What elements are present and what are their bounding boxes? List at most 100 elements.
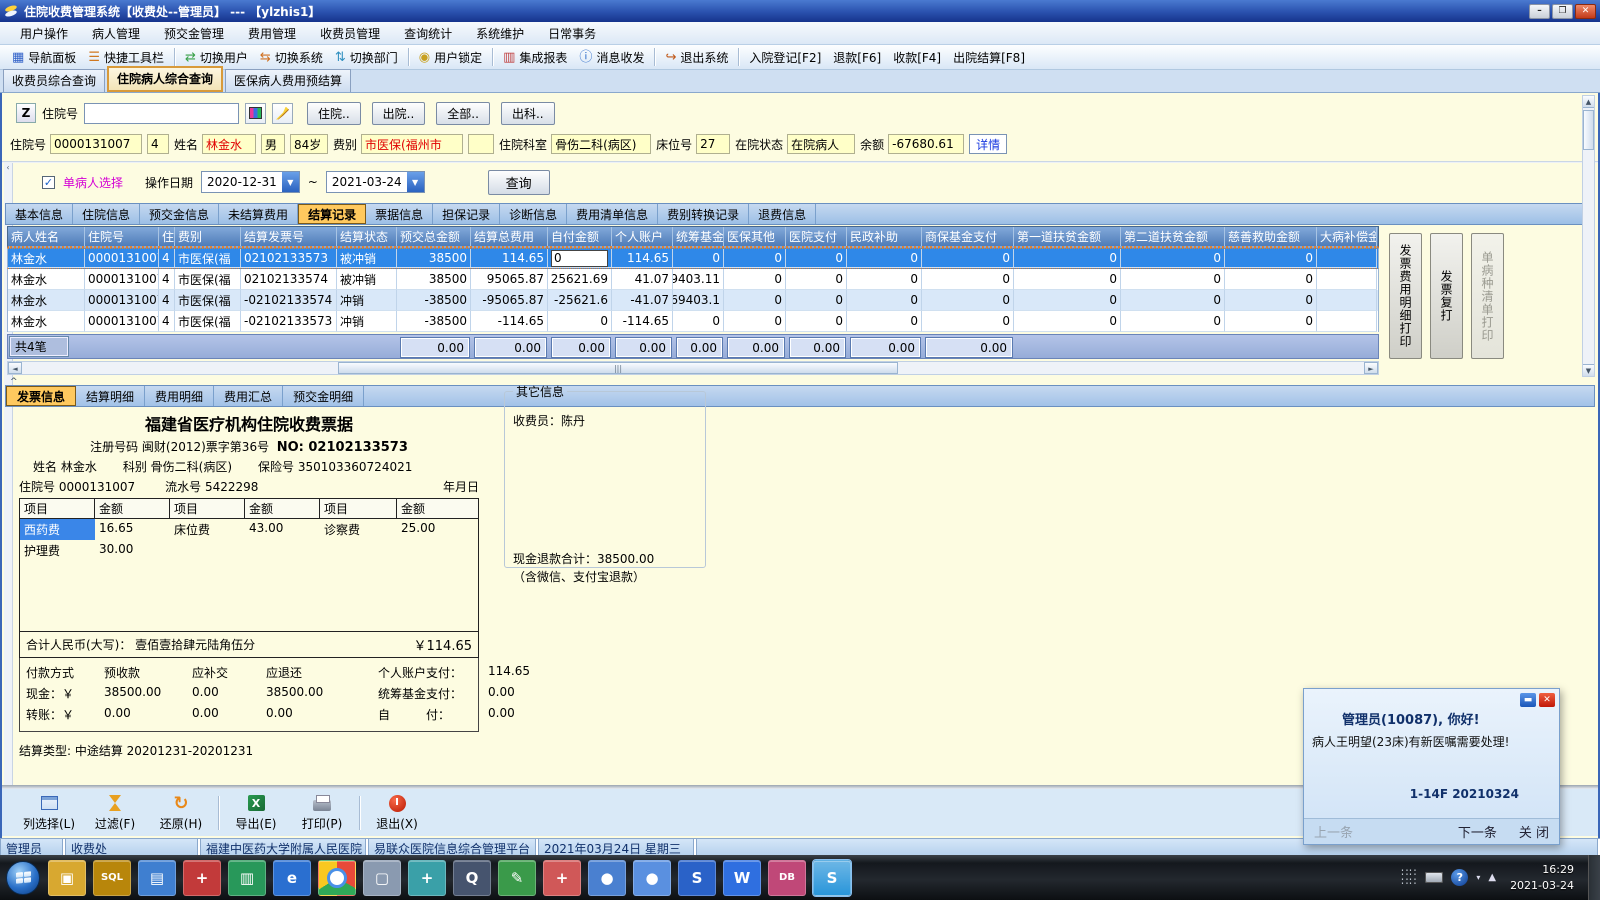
toolbar-button[interactable]: ⓘ消息收发 (573, 47, 650, 68)
toolbar-button[interactable]: 入院登记[F2] (743, 47, 827, 68)
grid-header-cell[interactable]: 住 (159, 227, 175, 246)
query-button[interactable]: 查询 (488, 170, 550, 195)
grid-row[interactable]: 林金水00001310074市医保(福02102133573被冲销3850011… (7, 248, 1379, 269)
grid-hscrollbar[interactable]: ◄ ||| ► (7, 361, 1379, 375)
detail-tab-费用清单信息[interactable]: 费用清单信息 (567, 204, 658, 224)
detail-tab-退费信息[interactable]: 退费信息 (749, 204, 816, 224)
bottom-tab-结算明细[interactable]: 结算明细 (76, 386, 145, 406)
side-button-发票费用明细打印[interactable]: 发票费用明细打印 (1389, 233, 1422, 359)
start-button[interactable] (6, 861, 40, 895)
detail-tab-基本信息[interactable]: 基本信息 (6, 204, 73, 224)
bottom-toolbar-列选择(L)[interactable]: 列选择(L) (16, 793, 82, 832)
tray-expand-icon[interactable]: ▲ (1488, 872, 1496, 883)
minimize-button[interactable]: – (1529, 4, 1550, 19)
side-button-发票复打[interactable]: 发票复打 (1430, 233, 1463, 359)
notify-next-link[interactable]: 下一条 (1458, 822, 1497, 841)
menu-item-日常事务[interactable]: 日常事务 (536, 23, 608, 44)
date-from-combo[interactable]: 2020-12-31▼ (201, 171, 300, 193)
grid-header-cell[interactable]: 费别 (175, 227, 241, 246)
toolbar-button[interactable]: ☰快捷工具栏 (82, 47, 170, 68)
quick-button-住院..[interactable]: 住院.. (307, 102, 361, 125)
snipping-tool-icon[interactable]: ▢ (363, 860, 401, 896)
tab-收费员综合查询[interactable]: 收费员综合查询 (3, 69, 105, 92)
toolbar-button[interactable]: 出院结算[F8] (947, 47, 1031, 68)
clear-broom-icon[interactable] (272, 103, 293, 124)
grid-header-cell[interactable]: 医院支付 (786, 227, 847, 246)
grid-header-cell[interactable]: 结算总费用 (471, 227, 548, 246)
grid-header-cell[interactable]: 第一道扶贫金额 (1014, 227, 1121, 246)
admission-no-input[interactable] (84, 103, 239, 124)
detail-tab-票据信息[interactable]: 票据信息 (366, 204, 433, 224)
grid-header-cell[interactable]: 结算状态 (337, 227, 397, 246)
grid-header-cell[interactable]: 统筹基金 (673, 227, 724, 246)
detail-tab-诊断信息[interactable]: 诊断信息 (500, 204, 567, 224)
detail-tab-住院信息[interactable]: 住院信息 (73, 204, 140, 224)
tray-collapse-icon[interactable]: ▾ (1476, 873, 1480, 882)
toolbar-button[interactable]: ▥集成报表 (497, 47, 573, 68)
detail-tab-预交金信息[interactable]: 预交金信息 (140, 204, 219, 224)
chrome-icon[interactable] (318, 860, 356, 896)
nurse-station-icon[interactable]: + (408, 860, 446, 896)
grid-header-cell[interactable]: 住院号 (85, 227, 159, 246)
dropdown-arrow-icon[interactable]: ▼ (282, 172, 299, 192)
grid-header-cell[interactable]: 慈善救助金额 (1225, 227, 1317, 246)
toolbar-button[interactable]: ⇅切换部门 (329, 47, 404, 68)
user-mgmt-icon[interactable]: ● (588, 860, 626, 896)
wps-icon[interactable]: W (723, 860, 761, 896)
toolbar-button[interactable]: ⇆切换系统 (254, 47, 329, 68)
menu-item-收费员管理[interactable]: 收费员管理 (308, 23, 392, 44)
tray-grid-icon[interactable]: ∷∷∷∷ (1401, 869, 1417, 887)
toolbar-button[interactable]: ↪退出系统 (659, 47, 734, 68)
doctor-workstation-icon[interactable]: + (183, 860, 221, 896)
toolbar-button[interactable]: 退款[F6] (827, 47, 887, 68)
tab-住院病人综合查询[interactable]: 住院病人综合查询 (107, 66, 223, 92)
grid-header-cell[interactable]: 病人姓名 (8, 227, 85, 246)
database-tool-icon[interactable]: DB (768, 860, 806, 896)
bottom-tab-费用明细[interactable]: 费用明细 (145, 386, 214, 406)
isql-tool-icon[interactable]: Q (453, 860, 491, 896)
grid-header-cell[interactable]: 商保基金支付 (922, 227, 1014, 246)
bottom-toolbar-退出(X)[interactable]: 退出(X) (364, 793, 430, 832)
notify-close-link[interactable]: 关 闭 (1519, 822, 1549, 841)
bottom-tab-预交金明细[interactable]: 预交金明细 (283, 386, 364, 406)
dropdown-arrow-icon[interactable]: ▼ (407, 172, 424, 192)
detail-tab-未结算费用[interactable]: 未结算费用 (219, 204, 298, 224)
quick-button-出院..[interactable]: 出院.. (372, 102, 426, 125)
grid-header-cell[interactable]: 第二道扶贫金额 (1121, 227, 1225, 246)
quick-button-出科..[interactable]: 出科.. (501, 102, 555, 125)
ie-browser-icon[interactable]: e (273, 860, 311, 896)
show-desktop-button[interactable] (1588, 855, 1600, 900)
notes-app-icon[interactable]: ▤ (138, 860, 176, 896)
grid-row[interactable]: 林金水00001310074市医保(福-02102133574冲销-38500-… (7, 290, 1379, 311)
menu-item-预交金管理[interactable]: 预交金管理 (152, 23, 236, 44)
notify-prev-link[interactable]: 上一条 (1314, 822, 1353, 841)
grid-header-cell[interactable]: 民政补助 (847, 227, 922, 246)
maximize-button[interactable]: ❐ (1552, 4, 1573, 19)
toolbar-button[interactable]: ▦导航面板 (6, 47, 82, 68)
detail-tab-担保记录[interactable]: 担保记录 (433, 204, 500, 224)
grid-header-cell[interactable]: 自付金额 (548, 227, 612, 246)
his-client-icon[interactable]: + (543, 860, 581, 896)
stats-tool-icon[interactable]: ▥ (228, 860, 266, 896)
grid-header-cell[interactable]: 医保其他 (724, 227, 786, 246)
grid-edit-cell[interactable]: 0 (551, 250, 608, 267)
menu-item-病人管理[interactable]: 病人管理 (80, 23, 152, 44)
ylz-platform-icon[interactable]: S (678, 860, 716, 896)
grid-row[interactable]: 林金水00001310074市医保(福02102133574被冲销3850095… (7, 269, 1379, 290)
quick-button-全部..[interactable]: 全部.. (436, 102, 490, 125)
z-button[interactable]: Z (16, 103, 36, 123)
close-button[interactable]: ✕ (1575, 4, 1596, 19)
tray-help-icon[interactable]: ? (1451, 869, 1468, 886)
tab-医保病人费用预结算[interactable]: 医保病人费用预结算 (225, 69, 351, 92)
notify-minimize-button[interactable]: ▬ (1520, 693, 1536, 707)
tray-keyboard-icon[interactable] (1425, 872, 1443, 883)
menu-item-系统维护[interactable]: 系统维护 (464, 23, 536, 44)
bottom-toolbar-还原(H)[interactable]: ↻还原(H) (148, 793, 214, 832)
ylz-his-icon[interactable]: S (813, 860, 851, 896)
grid-header-cell[interactable]: 预交总金额 (397, 227, 471, 246)
grid-vscrollbar[interactable]: ▲ ▼ (1582, 95, 1595, 377)
date-to-combo[interactable]: 2021-03-24▼ (326, 171, 425, 193)
bottom-toolbar-导出(E)[interactable]: X导出(E) (223, 793, 289, 832)
invoice-item-row[interactable]: 护理费30.00 (20, 540, 478, 561)
grid-header-cell[interactable]: 大病补偿金 (1317, 227, 1377, 246)
